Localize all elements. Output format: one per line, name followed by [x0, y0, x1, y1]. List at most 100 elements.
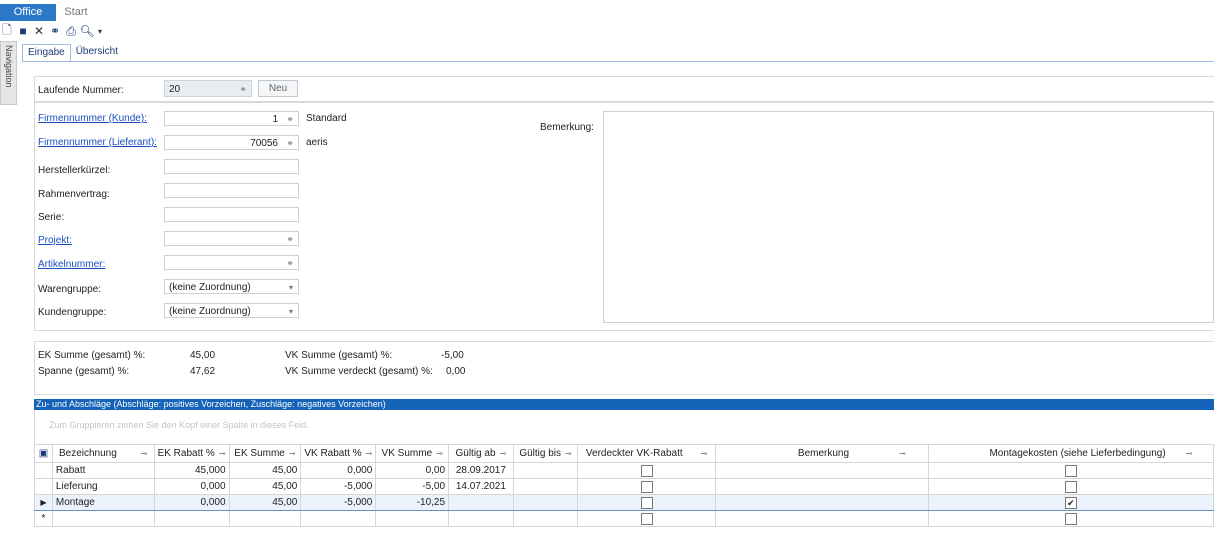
- cell-gueltig-bis[interactable]: [512, 462, 579, 479]
- neu-button[interactable]: Neu: [258, 80, 298, 97]
- col-bezeichnung[interactable]: Bezeichnung ⊸: [51, 444, 155, 463]
- cell-gueltig-ab[interactable]: [448, 510, 514, 527]
- checkbox[interactable]: [1064, 464, 1077, 477]
- cell-bezeichnung[interactable]: Montage: [51, 494, 155, 511]
- cell-vk-summe[interactable]: -5,00: [375, 478, 450, 495]
- ribbon-tab-office[interactable]: Office: [0, 4, 56, 21]
- binoculars-icon[interactable]: ⚭: [286, 256, 294, 271]
- cell-bemerkung[interactable]: [714, 478, 929, 495]
- cell-verdeckt[interactable]: [577, 478, 716, 495]
- firma-lieferant-input[interactable]: 70056 ⚭: [164, 135, 299, 150]
- cell-bemerkung[interactable]: [714, 462, 929, 479]
- pin-icon[interactable]: ⊸: [141, 449, 148, 458]
- col-gueltig-bis[interactable]: Gültig bis ⊸: [512, 444, 579, 463]
- artikelnummer-label[interactable]: Artikelnummer:: [38, 259, 105, 270]
- cell-verdeckt[interactable]: [577, 494, 716, 511]
- bemerkung-textarea[interactable]: [603, 111, 1214, 323]
- cell-ek-summe[interactable]: 45,00: [228, 494, 302, 511]
- cell-gueltig-ab[interactable]: 28.09.2017: [448, 462, 514, 479]
- cell-verdeckt[interactable]: [577, 462, 716, 479]
- ribbon-tab-start[interactable]: Start: [58, 4, 94, 21]
- col-montagekosten[interactable]: Montagekosten (siehe Lieferbedingung) ⊸: [927, 444, 1214, 463]
- cell-ek-rabatt[interactable]: 0,000: [153, 478, 230, 495]
- checkbox[interactable]: [640, 480, 653, 493]
- cell-vk-rabatt[interactable]: [300, 510, 377, 527]
- cell-ek-summe[interactable]: 45,00: [228, 462, 302, 479]
- binoculars-icon[interactable]: ⚭: [286, 136, 294, 151]
- pin-icon[interactable]: ⊸: [701, 449, 708, 458]
- cell-montagekosten[interactable]: [927, 462, 1214, 479]
- checkbox[interactable]: [1064, 480, 1077, 493]
- col-bemerkung[interactable]: Bemerkung ⊸: [714, 444, 929, 463]
- preview-icon[interactable]: 🔍︎: [79, 24, 94, 38]
- binoculars-icon[interactable]: ⚭: [239, 81, 247, 98]
- pin-icon[interactable]: ⊸: [899, 449, 906, 458]
- column-chooser-icon[interactable]: ▣: [34, 444, 53, 463]
- col-ek-summe[interactable]: EK Summe ⊸: [228, 444, 302, 463]
- navigation-pane[interactable]: Navigation: [0, 41, 17, 105]
- binoculars-icon[interactable]: ⚭: [286, 112, 294, 127]
- cell-ek-summe[interactable]: 45,00: [228, 478, 302, 495]
- cell-vk-summe[interactable]: [375, 510, 450, 527]
- new-row-icon[interactable]: *: [34, 510, 53, 527]
- cell-bezeichnung[interactable]: Lieferung: [51, 478, 155, 495]
- artikelnummer-input[interactable]: ⚭: [164, 255, 299, 270]
- cell-vk-rabatt[interactable]: -5,000: [300, 494, 377, 511]
- checkbox[interactable]: [640, 496, 653, 509]
- table-row[interactable]: Lieferung 0,000 45,00 -5,000 -5,00 14.07…: [34, 478, 1214, 495]
- search-icon[interactable]: ⚭: [48, 24, 62, 38]
- pin-icon[interactable]: ⊸: [366, 449, 373, 458]
- cell-vk-rabatt[interactable]: -5,000: [300, 478, 377, 495]
- print-icon[interactable]: ⎙: [64, 24, 78, 38]
- hersteller-input[interactable]: [164, 159, 299, 174]
- cell-gueltig-bis[interactable]: [512, 510, 579, 527]
- binoculars-icon[interactable]: ⚭: [286, 232, 294, 247]
- row-indicator[interactable]: [34, 462, 53, 479]
- firma-lieferant-label[interactable]: Firmennummer (Lieferant):: [38, 137, 157, 148]
- save-icon[interactable]: ■: [16, 24, 30, 38]
- cell-montagekosten[interactable]: [927, 478, 1214, 495]
- chevron-down-icon[interactable]: ▾: [289, 280, 293, 295]
- checkbox[interactable]: [640, 464, 653, 477]
- cell-gueltig-bis[interactable]: [512, 478, 579, 495]
- new-row[interactable]: *: [34, 510, 1214, 527]
- checkbox[interactable]: [1064, 512, 1077, 525]
- projekt-input[interactable]: ⚭: [164, 231, 299, 246]
- group-by-area[interactable]: Zum Gruppieren ziehen Sie den Kopf einer…: [34, 410, 1214, 444]
- row-indicator[interactable]: [34, 478, 53, 495]
- table-row[interactable]: Rabatt 45,000 45,00 0,000 0,00 28.09.201…: [34, 462, 1214, 479]
- pin-icon[interactable]: ⊸: [289, 449, 296, 458]
- projekt-label[interactable]: Projekt:: [38, 235, 72, 246]
- cell-vk-summe[interactable]: -10,25: [375, 494, 450, 511]
- cell-ek-rabatt[interactable]: 0,000: [153, 494, 230, 511]
- serie-input[interactable]: [164, 207, 299, 222]
- laufende-nummer-field[interactable]: 20 ⚭: [164, 80, 252, 97]
- pin-icon[interactable]: ⊸: [565, 449, 572, 458]
- cell-bemerkung[interactable]: [714, 494, 929, 511]
- col-vk-rabatt[interactable]: VK Rabatt % ⊸: [300, 444, 377, 463]
- cell-ek-rabatt[interactable]: [153, 510, 230, 527]
- pin-icon[interactable]: ⊸: [436, 449, 443, 458]
- cell-ek-summe[interactable]: [228, 510, 302, 527]
- checkbox[interactable]: [640, 512, 653, 525]
- qat-dropdown-icon[interactable]: ▾: [96, 24, 104, 38]
- cell-bemerkung[interactable]: [714, 510, 929, 527]
- kundengruppe-select[interactable]: (keine Zuordnung) ▾: [164, 303, 299, 318]
- col-ek-rabatt[interactable]: EK Rabatt % ⊸: [153, 444, 230, 463]
- col-vk-summe[interactable]: VK Summe ⊸: [375, 444, 450, 463]
- cell-ek-rabatt[interactable]: 45,000: [153, 462, 230, 479]
- rahmenvertrag-input[interactable]: [164, 183, 299, 198]
- pin-icon[interactable]: ⊸: [1186, 449, 1193, 458]
- current-row-icon[interactable]: ▶: [34, 494, 53, 511]
- cell-montagekosten[interactable]: ✔: [927, 494, 1214, 511]
- cell-vk-rabatt[interactable]: 0,000: [300, 462, 377, 479]
- chevron-down-icon[interactable]: ▾: [289, 304, 293, 319]
- warengruppe-select[interactable]: (keine Zuordnung) ▾: [164, 279, 299, 294]
- cell-vk-summe[interactable]: 0,00: [375, 462, 450, 479]
- pin-icon[interactable]: ⊸: [500, 449, 507, 458]
- cell-montagekosten[interactable]: [927, 510, 1214, 527]
- col-verdeckt[interactable]: Verdeckter VK-Rabatt ⊸: [577, 444, 716, 463]
- firma-kunde-label[interactable]: Firmennummer (Kunde):: [38, 113, 147, 124]
- table-row-selected[interactable]: ▶ Montage 0,000 45,00 -5,000 -10,25 ✔: [34, 494, 1214, 511]
- new-icon[interactable]: 🗋: [0, 23, 14, 38]
